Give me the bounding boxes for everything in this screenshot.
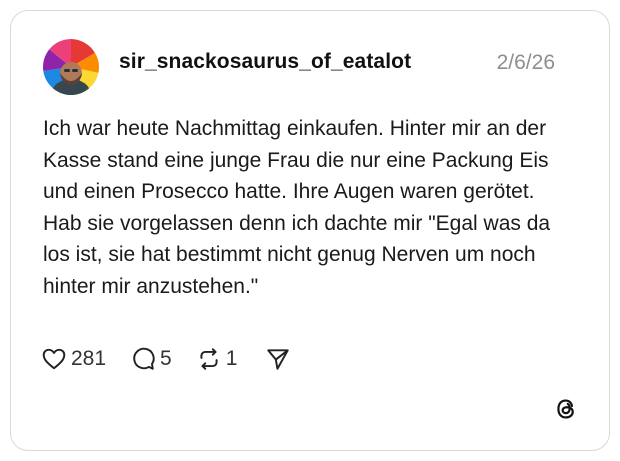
- reply-count: 5: [160, 347, 172, 370]
- avatar-image: [43, 39, 99, 95]
- threads-logo-icon: [553, 396, 579, 422]
- post-card: sir_snackosaurus_of_eatalot 2/6/26 Ich w…: [10, 10, 610, 451]
- like-count: 281: [71, 347, 107, 370]
- repost-button[interactable]: 1: [196, 346, 238, 372]
- repost-arrows-icon: [200, 348, 218, 370]
- action-bar: 281 5 1: [41, 345, 315, 373]
- send-paper-plane-icon: [267, 349, 290, 370]
- avatar[interactable]: [43, 39, 99, 95]
- comment-bubble-icon: [133, 347, 155, 370]
- post-text: Ich war heute Nachmittag einkaufen. Hint…: [43, 117, 551, 298]
- repost-count: 1: [225, 347, 238, 370]
- share-button[interactable]: [265, 346, 291, 372]
- like-button[interactable]: 281: [41, 346, 106, 372]
- reply-button[interactable]: 5: [130, 346, 172, 372]
- post-date: 2/6/26: [496, 51, 555, 74]
- heart-icon: [42, 348, 66, 370]
- username[interactable]: sir_snackosaurus_of_eatalot: [119, 50, 411, 74]
